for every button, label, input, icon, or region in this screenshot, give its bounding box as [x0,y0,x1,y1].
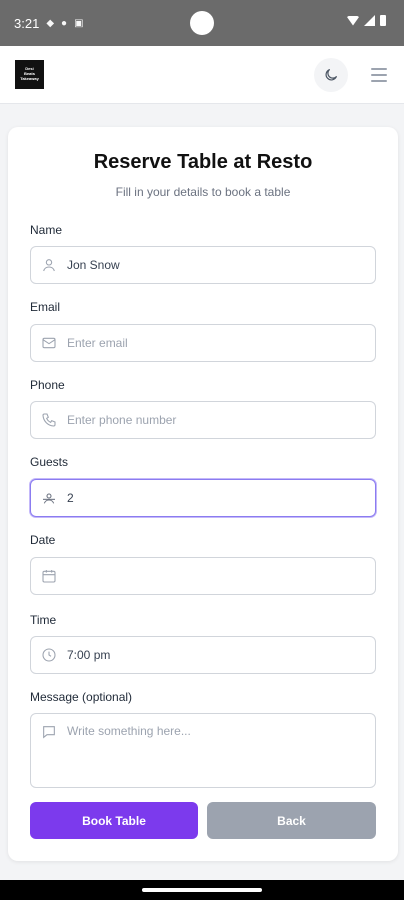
menu-icon [371,68,387,70]
phone-icon [31,412,67,428]
message-label: Message (optional) [30,690,133,704]
phone-placeholder: Enter phone number [67,413,177,427]
app-header: Desi Beats Takeaway [0,46,404,104]
app-icon: ▣ [74,17,84,29]
page-title: Reserve Table at Resto [93,151,313,173]
camera-cutout [190,11,214,35]
home-handle[interactable] [142,888,262,892]
phone-label: Phone [30,378,65,392]
date-field[interactable] [30,557,376,595]
guests-field[interactable]: 2 [30,479,376,517]
battery-icon [380,15,386,26]
mail-icon [31,335,67,351]
mic-icon: ● [61,17,68,29]
logo[interactable]: Desi Beats Takeaway [15,60,44,89]
logo-line: Takeaway [20,76,39,81]
reservation-card: Reserve Table at Resto Fill in your deta… [8,127,398,861]
message-field[interactable]: Write something here... [30,713,376,788]
guests-label: Guests [30,455,69,469]
name-field[interactable]: Jon Snow [30,246,376,284]
menu-icon [371,80,387,82]
name-label: Name [30,223,63,237]
message-icon [31,724,67,740]
guests-value: 2 [67,491,74,505]
calendar-icon [31,568,67,584]
book-table-button[interactable]: Book Table [30,802,198,839]
message-placeholder: Write something here... [67,724,191,738]
email-placeholder: Enter email [67,336,128,350]
status-bar: 3:21 ◆ ● ▣ [0,0,404,46]
moon-icon [325,69,337,81]
email-field[interactable]: Enter email [30,324,376,362]
phone-field[interactable]: Enter phone number [30,401,376,439]
system-nav-bar [0,880,404,900]
guests-icon [31,490,67,506]
date-label: Date [30,533,56,547]
status-time: 3:21 [14,15,40,31]
user-icon [31,257,67,273]
name-value: Jon Snow [67,258,120,272]
back-button[interactable]: Back [207,802,376,839]
time-value: 7:00 pm [67,648,111,662]
theme-toggle-button[interactable] [314,58,348,92]
shield-icon: ◆ [46,17,55,29]
menu-button[interactable] [369,66,389,84]
page-subtitle: Fill in your details to book a table [115,185,291,199]
signal-icon [364,15,375,26]
time-field[interactable]: 7:00 pm [30,636,376,674]
clock-icon [31,647,67,663]
email-label: Email [30,300,61,314]
time-label: Time [30,613,57,627]
menu-icon [371,74,387,76]
wifi-icon [347,15,359,26]
